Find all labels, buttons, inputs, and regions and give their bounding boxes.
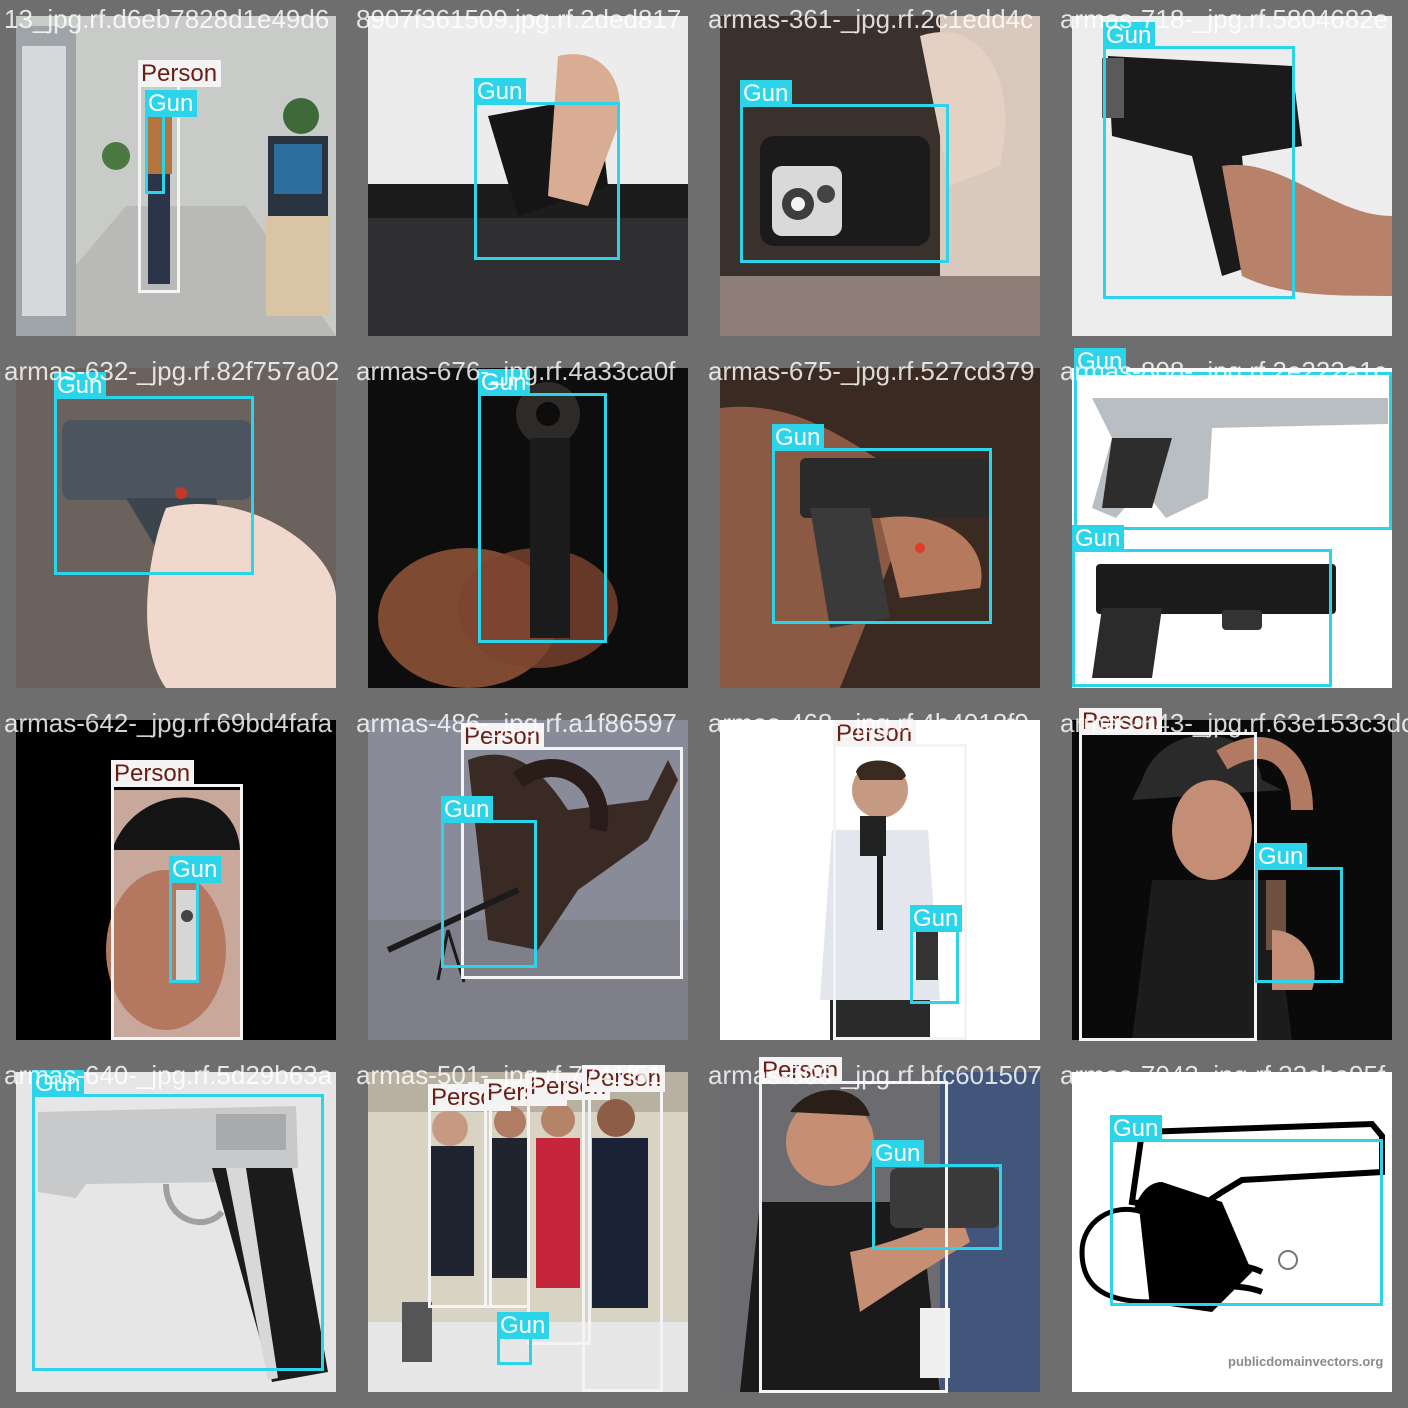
- gun-class-label: Gun: [1103, 22, 1156, 49]
- person-class-label: Person: [111, 760, 195, 787]
- gun-class-label: Gun: [910, 905, 963, 932]
- gun-class-label: Gun: [474, 78, 527, 105]
- gun-class-label: Gun: [441, 796, 494, 823]
- gun-class-label: Gun: [497, 1312, 550, 1339]
- gun-bounding-box: Gun: [497, 1312, 550, 1365]
- gun-bounding-box: Gun: [54, 372, 254, 575]
- person-class-label: Person: [1079, 708, 1163, 735]
- person-class-label: Person: [759, 1057, 843, 1084]
- gun-class-label: Gun: [1074, 348, 1127, 375]
- gun-class-label: Gun: [1072, 525, 1125, 552]
- gun-class-label: Gun: [145, 90, 198, 117]
- gun-class-label: Gun: [872, 1140, 925, 1167]
- person-bounding-box: Person: [1079, 708, 1257, 1041]
- person-bounding-box: Person: [582, 1065, 666, 1392]
- person-class-label: Person: [138, 60, 222, 87]
- gun-bounding-box: Gun: [740, 80, 949, 263]
- gun-bounding-box: Gun: [145, 90, 198, 194]
- gun-bounding-box: Gun: [1072, 525, 1332, 687]
- gun-class-label: Gun: [169, 856, 222, 883]
- detection-mosaic: 13_jpg.rf.d6eb7828d1e49d6 8907f361509.jp…: [0, 0, 1408, 1408]
- watermark-text: publicdomainvectors.org: [1228, 1354, 1384, 1369]
- gun-bounding-box: Gun: [169, 856, 222, 983]
- person-class-label: Person: [833, 720, 917, 747]
- gun-bounding-box: Gun: [1103, 22, 1295, 299]
- gun-bounding-box: Gun: [1110, 1115, 1383, 1306]
- person-class-label: Person: [582, 1065, 666, 1092]
- gun-bounding-box: Gun: [1074, 348, 1392, 530]
- gun-class-label: Gun: [1110, 1115, 1163, 1142]
- gun-class-label: Gun: [32, 1070, 85, 1097]
- person-bounding-box: Person: [428, 1084, 512, 1308]
- person-class-label: Person: [461, 723, 545, 750]
- gun-bounding-box: Gun: [32, 1070, 324, 1371]
- gun-bounding-box: Gun: [478, 369, 607, 643]
- gun-bounding-box: Gun: [872, 1140, 1002, 1250]
- person-bounding-box: Person: [484, 1079, 568, 1308]
- gun-bounding-box: Gun: [441, 796, 537, 968]
- gun-class-label: Gun: [478, 369, 531, 396]
- gun-class-label: Gun: [54, 372, 107, 399]
- gun-class-label: Gun: [1255, 843, 1308, 870]
- gun-class-label: Gun: [740, 80, 793, 107]
- gun-class-label: Gun: [772, 424, 825, 451]
- gun-bounding-box: Gun: [910, 905, 963, 1004]
- gun-bounding-box: Gun: [1255, 843, 1343, 983]
- gun-bounding-box: Gun: [474, 78, 620, 260]
- gun-bounding-box: Gun: [772, 424, 992, 624]
